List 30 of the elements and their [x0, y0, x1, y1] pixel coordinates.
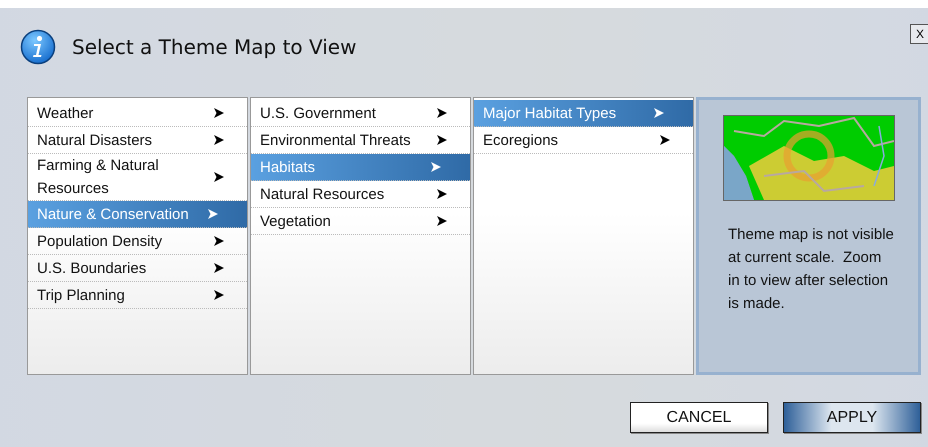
menu-item[interactable]: Vegetation — [251, 208, 470, 235]
arrow-icon — [213, 107, 225, 119]
menu-item[interactable]: Weather — [28, 100, 247, 127]
arrow-icon — [436, 215, 448, 227]
arrow-icon — [213, 262, 225, 274]
close-button[interactable]: X — [910, 24, 928, 44]
menu-item[interactable]: Natural Resources — [251, 181, 470, 208]
menu-item[interactable]: Major Habitat Types — [474, 100, 693, 127]
arrow-icon — [436, 134, 448, 146]
menu-item[interactable]: Ecoregions — [474, 127, 693, 154]
cancel-button[interactable]: CANCEL — [630, 402, 768, 433]
arrow-icon — [213, 134, 225, 146]
menu-item[interactable]: Natural Disasters — [28, 127, 247, 154]
apply-button[interactable]: APPLY — [783, 402, 921, 433]
preview-message: Theme map is not visible at current scale. Zoom in to view after selection is made. — [728, 225, 895, 314]
menu-item[interactable]: Population Density — [28, 228, 247, 255]
arrow-icon — [430, 161, 442, 173]
menu-item[interactable]: U.S. Boundaries — [28, 255, 247, 282]
arrow-icon — [653, 107, 665, 119]
arrow-icon — [659, 134, 671, 146]
arrow-icon — [436, 188, 448, 200]
arrow-icon — [436, 107, 448, 119]
arrow-icon — [207, 208, 219, 220]
menu-item[interactable]: Trip Planning — [28, 282, 247, 309]
arrow-icon — [213, 171, 225, 183]
menu-item[interactable]: U.S. Government — [251, 100, 470, 127]
dialog-title: Select a Theme Map to View — [72, 35, 356, 59]
arrow-icon — [213, 235, 225, 247]
info-icon — [20, 29, 56, 65]
arrow-icon — [213, 289, 225, 301]
